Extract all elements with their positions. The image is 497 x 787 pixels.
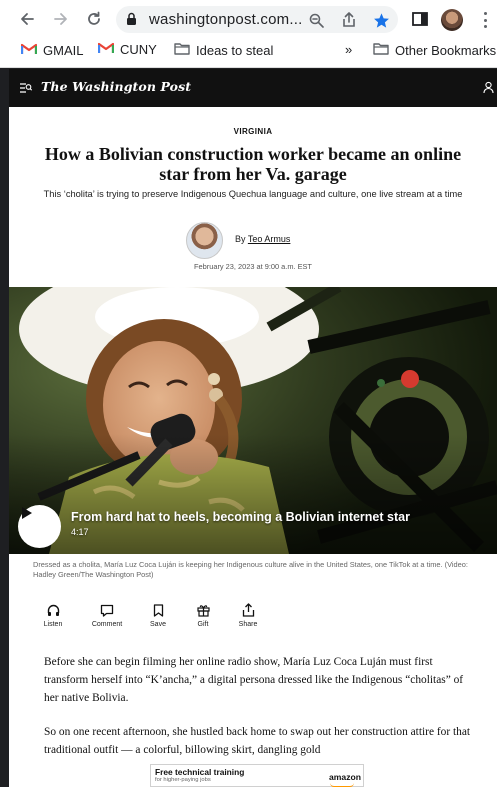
play-icon — [22, 507, 32, 519]
browser-chrome: washingtonpost.com... GMAIL CUNY Ideas t… — [0, 0, 497, 68]
bookmark-icon — [138, 602, 178, 618]
author-link[interactable]: Teo Armus — [248, 234, 291, 244]
gift-icon — [183, 602, 223, 618]
menu-search-icon[interactable] — [19, 81, 33, 99]
star-icon[interactable] — [372, 11, 390, 29]
site-header: The Washington Post — [9, 69, 497, 107]
bookmarks-overflow-button[interactable]: » — [345, 42, 352, 57]
bookmark-ideas-to-steal[interactable]: Ideas to steal — [174, 42, 273, 58]
more-icon[interactable] — [478, 10, 492, 30]
gift-button[interactable]: Gift — [183, 602, 223, 628]
address-bar[interactable]: washingtonpost.com... — [116, 6, 398, 33]
ad-title: Free technical training — [155, 767, 245, 777]
comment-button[interactable]: Comment — [87, 602, 127, 628]
article-tools: Listen Comment Save Gift Share — [33, 602, 273, 634]
bookmark-label: GMAIL — [43, 42, 84, 58]
tool-label: Gift — [197, 621, 209, 628]
lock-icon — [126, 12, 137, 31]
folder-icon — [373, 42, 389, 58]
byline: By Teo Armus — [235, 234, 290, 244]
headphones-icon — [33, 602, 73, 618]
ad-subtitle: for higher-paying jobs — [155, 777, 211, 783]
gmail-icon — [97, 42, 115, 57]
save-button[interactable]: Save — [138, 602, 178, 628]
article-paragraph: So on one recent afternoon, she hustled … — [44, 726, 471, 756]
share-button[interactable]: Share — [228, 602, 268, 628]
zoom-icon[interactable] — [307, 11, 325, 29]
chevron-double-right-icon: » — [345, 42, 353, 57]
bookmark-label: CUNY — [120, 42, 157, 57]
bookmark-cuny[interactable]: CUNY — [97, 42, 157, 57]
listen-button[interactable]: Listen — [33, 602, 73, 628]
tool-label: Share — [238, 621, 258, 628]
bookmark-label: Other Bookmarks — [395, 42, 497, 58]
video-player[interactable]: From hard hat to heels, becoming a Boliv… — [9, 287, 497, 554]
bookmarks-bar: GMAIL CUNY Ideas to steal » Other Bookma… — [0, 38, 497, 64]
share-icon[interactable] — [340, 11, 358, 29]
video-title[interactable]: From hard hat to heels, becoming a Boliv… — [71, 510, 410, 524]
section-kicker[interactable]: VIRGINIA — [9, 127, 497, 136]
publish-date: February 23, 2023 at 9:00 a.m. EST — [194, 262, 312, 271]
profile-avatar[interactable] — [441, 9, 463, 31]
folder-icon — [174, 42, 190, 58]
article-dek: This ‘cholita’ is trying to preserve Ind… — [43, 189, 463, 199]
other-bookmarks[interactable]: Other Bookmarks — [373, 42, 496, 58]
amazon-logo: amazon — [329, 772, 361, 782]
tool-label: Save — [150, 621, 166, 628]
article-paragraph: Before she can begin filming her online … — [44, 656, 464, 704]
article-headline: How a Bolivian construction worker becam… — [44, 144, 462, 184]
bookmark-label: Ideas to steal — [196, 42, 274, 58]
amazon-smile-icon — [330, 783, 354, 787]
site-logo[interactable]: The Washington Post — [41, 79, 191, 94]
author-avatar — [186, 222, 223, 259]
ad-banner[interactable]: Free technical training for higher-payin… — [150, 764, 364, 787]
bookmark-gmail[interactable]: GMAIL — [20, 42, 84, 58]
forward-arrow-icon[interactable] — [50, 8, 72, 30]
user-icon[interactable] — [483, 81, 494, 99]
tool-label: Comment — [91, 621, 123, 628]
video-caption: Dressed as a cholita, María Luz Coca Luj… — [33, 560, 468, 579]
tool-label: Listen — [43, 621, 63, 628]
back-arrow-icon[interactable] — [16, 8, 38, 30]
sidebar-icon[interactable] — [410, 9, 430, 29]
article-page: VIRGINIA How a Bolivian construction wor… — [9, 107, 497, 787]
byline-prefix: By — [235, 234, 246, 244]
video-duration: 4:17 — [71, 527, 89, 537]
play-button[interactable] — [18, 505, 61, 548]
url-text: washingtonpost.com... — [149, 11, 303, 28]
reload-icon[interactable] — [83, 8, 105, 30]
comment-icon — [87, 602, 127, 618]
browser-toolbar: washingtonpost.com... — [0, 0, 497, 38]
share-icon — [228, 602, 268, 618]
gmail-icon — [20, 42, 38, 58]
